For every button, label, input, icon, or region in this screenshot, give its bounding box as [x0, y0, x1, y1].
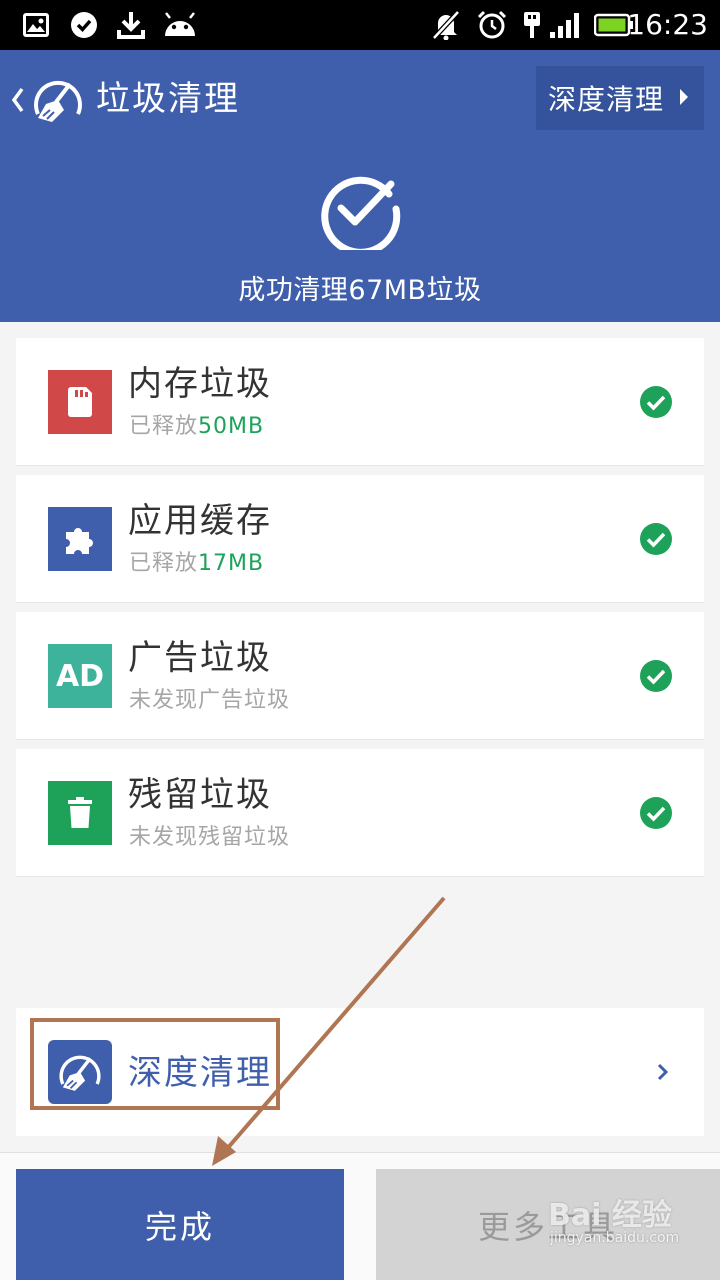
check-icon	[640, 386, 672, 418]
done-button[interactable]: 完成	[16, 1169, 344, 1280]
check-icon	[640, 523, 672, 555]
page-title: 垃圾清理	[96, 79, 240, 119]
deep-clean-header-label: 深度清理	[548, 83, 665, 116]
annotation-highlight-box	[30, 1018, 280, 1110]
chevron-left-icon	[11, 87, 24, 113]
chevron-right-icon	[657, 1063, 669, 1081]
item-title: 残留垃圾	[128, 775, 272, 815]
download-icon	[116, 10, 146, 40]
alarm-icon	[476, 10, 508, 40]
trash-icon	[48, 781, 112, 845]
image-icon	[22, 10, 50, 40]
list-item-app-cache: 应用缓存 已释放17MB	[16, 475, 704, 603]
item-title: 内存垃圾	[128, 364, 272, 404]
deep-clean-header-button[interactable]: 深度清理	[536, 66, 704, 130]
item-status: 已释放50MB	[129, 414, 265, 439]
back-button[interactable]	[8, 72, 88, 128]
item-status: 未发现残留垃圾	[129, 825, 291, 850]
usb-icon	[520, 10, 544, 40]
signal-icon	[548, 10, 584, 40]
check-icon	[640, 660, 672, 692]
item-title: 应用缓存	[128, 501, 272, 541]
clock: 16:23	[627, 8, 708, 41]
watermark-url: jingyan.baidu.com	[550, 1230, 680, 1246]
check-circle-icon	[70, 10, 98, 40]
android-icon	[162, 10, 198, 40]
bell-off-icon	[432, 10, 460, 40]
chevron-right-icon	[680, 89, 688, 105]
item-title: 广告垃圾	[128, 638, 272, 678]
watermark-logo: Bai 经验	[548, 1198, 672, 1233]
list-item-ad-junk: AD 广告垃圾 未发现广告垃圾	[16, 612, 704, 740]
list-item-memory-junk: 内存垃圾 已释放50MB	[16, 338, 704, 466]
broom-gauge-icon	[34, 80, 82, 122]
status-bar: 16:23	[0, 0, 720, 50]
puzzle-icon	[48, 507, 112, 571]
list-item-residual-junk: 残留垃圾 未发现残留垃圾	[16, 749, 704, 877]
ad-icon: AD	[48, 644, 112, 708]
check-icon	[640, 797, 672, 829]
header: 垃圾清理 深度清理 成功清理67MB垃圾	[0, 50, 720, 322]
item-status: 已释放17MB	[129, 551, 265, 576]
success-message: 成功清理67MB垃圾	[238, 275, 482, 306]
item-status: 未发现广告垃圾	[129, 688, 291, 713]
watermark: Bai 经验 jingyan.baidu.com	[548, 1190, 679, 1246]
success-check-icon	[321, 176, 401, 250]
sd-card-icon	[48, 370, 112, 434]
